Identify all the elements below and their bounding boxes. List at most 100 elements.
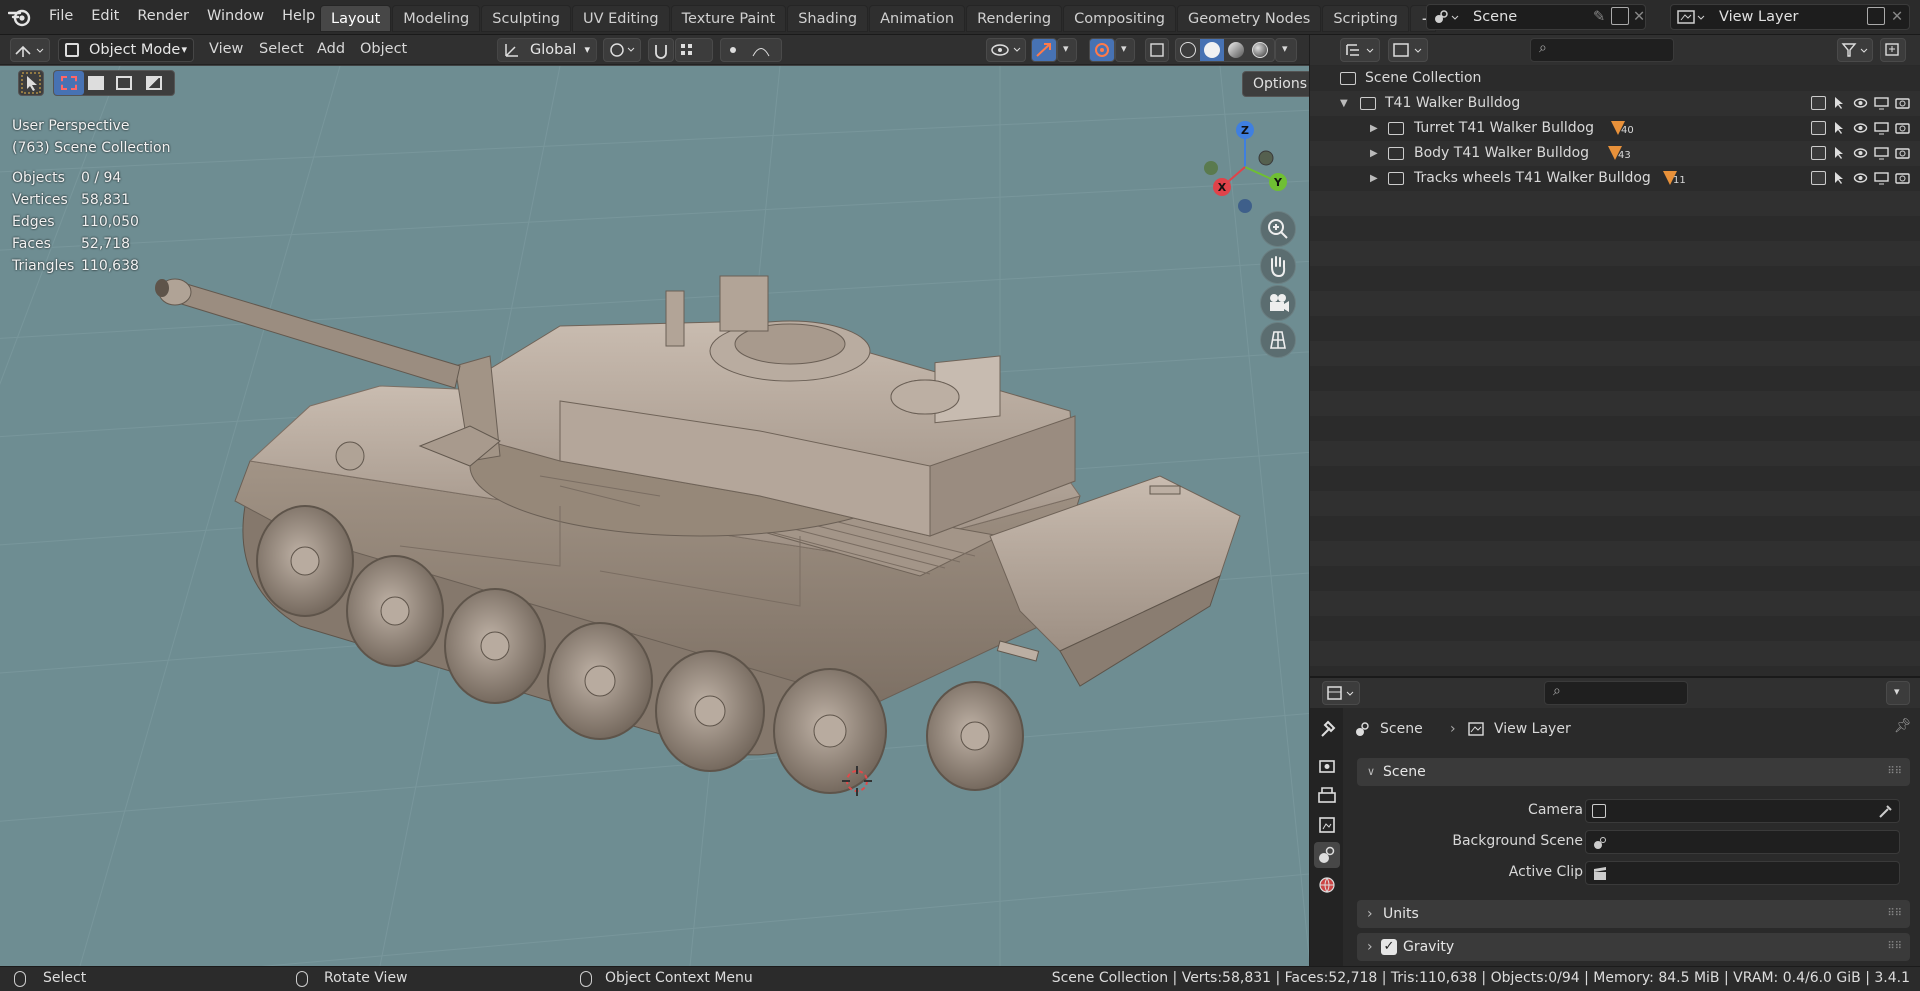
- pivot-point-icon[interactable]: [603, 38, 641, 62]
- delete-view-layer-icon[interactable]: ✕: [1891, 5, 1903, 29]
- drag-handle-icon[interactable]: ⠿⠿: [1887, 900, 1902, 928]
- panel-units-header[interactable]: › Units ⠿⠿: [1357, 900, 1910, 928]
- menu-select[interactable]: Select: [259, 35, 304, 64]
- tank-model[interactable]: [0, 66, 1309, 966]
- tab-rendering[interactable]: Rendering: [966, 5, 1063, 32]
- menu-render[interactable]: Render: [128, 0, 198, 35]
- rendered-shading-icon[interactable]: [1252, 42, 1268, 58]
- monitor-icon[interactable]: [1874, 146, 1889, 160]
- monitor-icon[interactable]: [1874, 121, 1889, 135]
- camera-view-icon[interactable]: [1260, 285, 1296, 321]
- expand-arrow-icon[interactable]: ▶: [1370, 141, 1378, 166]
- camera-render-icon[interactable]: [1895, 146, 1910, 160]
- menu-window[interactable]: Window: [198, 0, 273, 35]
- options-dropdown[interactable]: Options▾: [1242, 71, 1309, 97]
- menu-add[interactable]: Add: [317, 35, 345, 64]
- checkbox-icon[interactable]: [1811, 146, 1826, 160]
- outliner-search-input[interactable]: ⌕: [1530, 38, 1674, 62]
- outliner-row-collection[interactable]: ▼ T41 Walker Bulldog: [1310, 91, 1920, 116]
- tab-layout[interactable]: Layout: [320, 5, 392, 32]
- selectable-arrow-icon[interactable]: [1832, 146, 1847, 160]
- navigation-gizmo[interactable]: Z Y X: [1195, 114, 1295, 214]
- expand-arrow-icon[interactable]: ▶: [1370, 166, 1378, 191]
- overlays-toggle-icon[interactable]: [1089, 38, 1115, 62]
- output-tab-icon[interactable]: [1314, 782, 1340, 808]
- orientation-dropdown[interactable]: Global ▾: [497, 38, 597, 62]
- tab-texture-paint[interactable]: Texture Paint: [670, 5, 787, 32]
- panel-scene-header[interactable]: ∨ Scene ⠿⠿: [1357, 758, 1910, 786]
- xray-toggle-icon[interactable]: [1145, 38, 1169, 62]
- checkbox-icon[interactable]: [1811, 121, 1826, 135]
- eye-icon[interactable]: [1853, 171, 1868, 185]
- editor-type-icon[interactable]: [10, 38, 50, 62]
- snap-toggle-icon[interactable]: [648, 38, 674, 62]
- camera-render-icon[interactable]: [1895, 121, 1910, 135]
- eyedropper-icon[interactable]: [1877, 802, 1893, 820]
- select-extend-icon[interactable]: [88, 76, 104, 90]
- active-clip-field[interactable]: [1585, 861, 1900, 885]
- drag-handle-icon[interactable]: ⠿⠿: [1887, 758, 1902, 786]
- tab-sculpting[interactable]: Sculpting: [481, 5, 571, 32]
- collapse-arrow-icon[interactable]: ▼: [1340, 91, 1348, 116]
- background-scene-field[interactable]: [1585, 830, 1900, 854]
- outliner-row-turret[interactable]: ▶ Turret T41 Walker Bulldog 40: [1310, 116, 1920, 141]
- eye-icon[interactable]: [1853, 146, 1868, 160]
- view-layer-selector[interactable]: View Layer ✕: [1670, 4, 1910, 30]
- wireframe-shading-icon[interactable]: [1180, 42, 1196, 58]
- chevron-down-icon[interactable]: ▾: [1115, 38, 1135, 62]
- pin-icon[interactable]: 📌︎: [1894, 718, 1912, 734]
- tab-animation[interactable]: Animation: [869, 5, 966, 32]
- monitor-icon[interactable]: [1874, 96, 1889, 110]
- selectable-arrow-icon[interactable]: [1832, 121, 1847, 135]
- properties-editor-type-icon[interactable]: [1322, 681, 1360, 705]
- panel-gravity-header[interactable]: › ✓ Gravity ⠿⠿: [1357, 933, 1910, 961]
- view-layer-tab-icon[interactable]: [1314, 812, 1340, 838]
- menu-view[interactable]: View: [209, 35, 243, 64]
- selectable-arrow-icon[interactable]: [1832, 96, 1847, 110]
- chevron-down-icon[interactable]: ▾: [1057, 38, 1077, 62]
- blender-logo-icon[interactable]: [8, 7, 32, 27]
- gravity-checkbox[interactable]: ✓: [1381, 939, 1397, 955]
- outliner-editor-type-icon[interactable]: [1340, 38, 1380, 62]
- camera-render-icon[interactable]: [1895, 96, 1910, 110]
- drag-handle-icon[interactable]: ⠿⠿: [1887, 933, 1902, 961]
- select-subtract-icon[interactable]: [116, 76, 132, 90]
- new-collection-icon[interactable]: [1880, 38, 1906, 62]
- select-invert-icon[interactable]: [146, 76, 162, 90]
- tool-settings-tab-icon[interactable]: [1314, 716, 1340, 742]
- new-view-layer-icon[interactable]: [1867, 7, 1885, 25]
- render-tab-icon[interactable]: [1314, 752, 1340, 778]
- snap-target-icon[interactable]: [675, 38, 713, 62]
- outliner-row-tracks[interactable]: ▶ Tracks wheels T41 Walker Bulldog 11: [1310, 166, 1920, 191]
- scene-selector[interactable]: Scene ✎ ✕: [1426, 4, 1646, 30]
- delete-scene-icon[interactable]: ✕: [1633, 5, 1645, 29]
- select-new-icon[interactable]: [54, 71, 84, 95]
- menu-help[interactable]: Help: [273, 0, 324, 35]
- camera-field[interactable]: [1585, 799, 1900, 823]
- solid-shading-icon[interactable]: [1200, 39, 1224, 61]
- menu-object[interactable]: Object: [360, 35, 407, 64]
- gizmo-toggle-icon[interactable]: [1031, 38, 1057, 62]
- checkbox-icon[interactable]: [1811, 96, 1826, 110]
- pin-icon[interactable]: ✎: [1593, 5, 1605, 29]
- expand-arrow-icon[interactable]: ▶: [1370, 116, 1378, 141]
- perspective-toggle-icon[interactable]: [1260, 322, 1296, 358]
- display-mode-icon[interactable]: [1388, 38, 1428, 62]
- visibility-icon[interactable]: [986, 38, 1026, 62]
- world-tab-icon[interactable]: [1314, 872, 1340, 898]
- tab-modeling[interactable]: Modeling: [392, 5, 481, 32]
- eye-icon[interactable]: [1853, 121, 1868, 135]
- proportional-editing-icon[interactable]: [720, 38, 782, 62]
- eye-icon[interactable]: [1853, 96, 1868, 110]
- camera-render-icon[interactable]: [1895, 171, 1910, 185]
- new-scene-icon[interactable]: [1611, 7, 1629, 25]
- mode-dropdown[interactable]: Object Mode ▾: [58, 38, 194, 62]
- monitor-icon[interactable]: [1874, 171, 1889, 185]
- selectable-arrow-icon[interactable]: [1832, 171, 1847, 185]
- pan-hand-icon[interactable]: [1260, 248, 1296, 284]
- select-tool-icon[interactable]: [18, 70, 44, 96]
- chevron-down-icon[interactable]: ▾: [1275, 38, 1297, 62]
- menu-edit[interactable]: Edit: [82, 0, 128, 35]
- filter-icon[interactable]: [1837, 38, 1873, 62]
- chevron-down-icon[interactable]: ▾: [1886, 681, 1910, 705]
